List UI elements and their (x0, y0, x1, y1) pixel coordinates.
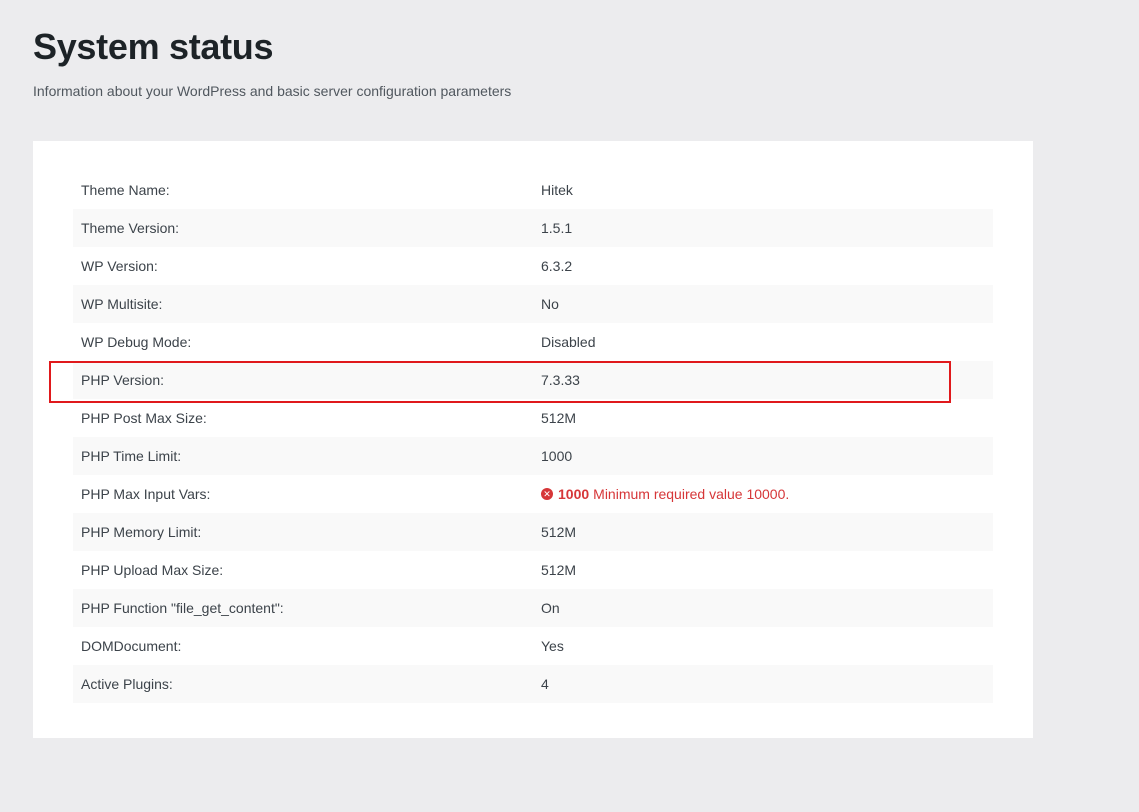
row-label: WP Multisite: (81, 296, 163, 312)
row-value: Yes (541, 638, 564, 654)
table-row: PHP Upload Max Size: 512M (73, 551, 993, 589)
row-label: Active Plugins: (81, 676, 173, 692)
row-value: 4 (541, 676, 549, 692)
table-row: PHP Memory Limit: 512M (73, 513, 993, 551)
page-subtitle: Information about your WordPress and bas… (33, 83, 512, 99)
table-row: Theme Version: 1.5.1 (73, 209, 993, 247)
row-value: 6.3.2 (541, 258, 573, 274)
row-value: 1000 (541, 448, 573, 464)
table-row: WP Multisite: No (73, 285, 993, 323)
row-value: Disabled (541, 334, 596, 350)
row-value: On (541, 600, 560, 616)
row-value: 1.5.1 (541, 220, 573, 236)
row-value: Hitek (541, 182, 573, 198)
row-label: Theme Version: (81, 220, 180, 236)
status-panel: Theme Name: Hitek Theme Version: 1.5.1 W… (33, 141, 1033, 738)
table-row: PHP Time Limit: 1000 (73, 437, 993, 475)
row-label: WP Debug Mode: (81, 334, 192, 350)
page-title: System status (33, 26, 274, 67)
system-status-page: System status Information about your Wor… (0, 0, 1139, 812)
table-row: PHP Post Max Size: 512M (73, 399, 993, 437)
row-label: PHP Max Input Vars: (81, 486, 211, 502)
x-circle-icon: ✕ (541, 488, 553, 500)
row-value: 512M (541, 562, 577, 578)
table-row: DOMDocument: Yes (73, 627, 993, 665)
row-label: PHP Version: (81, 372, 165, 388)
row-value: 7.3.33 (541, 372, 580, 388)
table-row: WP Version: 6.3.2 (73, 247, 993, 285)
table-row: WP Debug Mode: Disabled (73, 323, 993, 361)
row-label: PHP Upload Max Size: (81, 562, 224, 578)
row-label: DOMDocument: (81, 638, 182, 654)
table-row: Theme Name: Hitek (73, 171, 993, 209)
status-table: Theme Name: Hitek Theme Version: 1.5.1 W… (73, 171, 993, 703)
table-row: Active Plugins: 4 (73, 665, 993, 703)
row-label: PHP Time Limit: (81, 448, 182, 464)
error-value: 1000 (558, 486, 590, 502)
table-row: PHP Function "file_get_content": On (73, 589, 993, 627)
row-label: PHP Memory Limit: (81, 524, 202, 540)
row-label: Theme Name: (81, 182, 170, 198)
row-value: No (541, 296, 559, 312)
table-row: PHP Max Input Vars: ✕ 1000 Minimum requi… (73, 475, 993, 513)
row-value: 512M (541, 410, 577, 426)
error-message: Minimum required value 10000. (593, 486, 790, 502)
row-value: 512M (541, 524, 577, 540)
row-label: PHP Post Max Size: (81, 410, 207, 426)
row-value-error: ✕ 1000 Minimum required value 10000. (541, 486, 789, 502)
row-label: PHP Function "file_get_content": (81, 600, 284, 616)
table-row-php-version: PHP Version: 7.3.33 (73, 361, 993, 399)
row-label: WP Version: (81, 258, 158, 274)
